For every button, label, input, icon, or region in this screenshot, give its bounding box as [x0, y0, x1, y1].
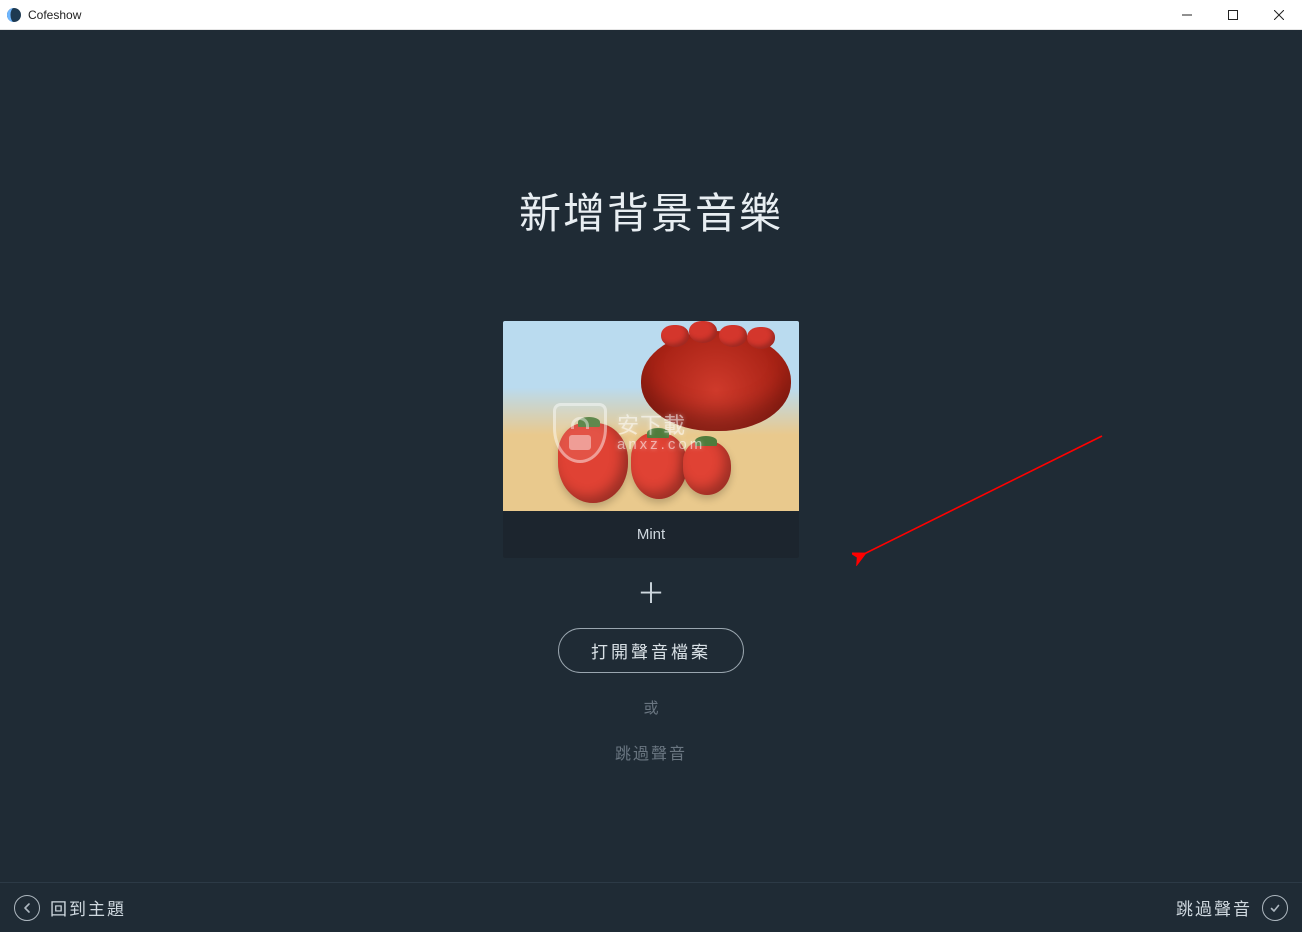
skip-label: 跳過聲音 [1176, 895, 1252, 920]
page-title: 新增背景音樂 [519, 180, 783, 241]
open-sound-button[interactable]: 打開聲音檔案 [558, 628, 744, 673]
back-to-themes-button[interactable]: 回到主題 [14, 895, 126, 921]
music-caption: Mint [503, 511, 799, 558]
app-title: Cofeshow [28, 8, 81, 22]
music-thumbnail: 安下載 anxz.com [503, 321, 799, 511]
app-body: 新增背景音樂 安下載 anxz.com [0, 30, 1302, 932]
app-icon [6, 7, 22, 23]
maximize-button[interactable] [1210, 0, 1256, 29]
window-controls [1164, 0, 1302, 29]
plus-icon: ＋ [637, 580, 665, 608]
check-circle-icon [1262, 895, 1288, 921]
window-titlebar: Cofeshow [0, 0, 1302, 30]
footer-bar: 回到主題 跳過聲音 [0, 882, 1302, 932]
skip-sound-button[interactable]: 跳過聲音 [1176, 895, 1288, 921]
back-label: 回到主題 [50, 895, 126, 920]
minimize-button[interactable] [1164, 0, 1210, 29]
content-area: 新增背景音樂 安下載 anxz.com [0, 30, 1302, 882]
annotation-arrow [852, 426, 1112, 566]
skip-sound-link[interactable]: 跳過聲音 [615, 740, 687, 764]
titlebar-left: Cofeshow [6, 7, 81, 23]
or-label: 或 [643, 697, 658, 718]
close-button[interactable] [1256, 0, 1302, 29]
music-track-card[interactable]: 安下載 anxz.com Mint [503, 321, 799, 558]
back-arrow-icon [14, 895, 40, 921]
